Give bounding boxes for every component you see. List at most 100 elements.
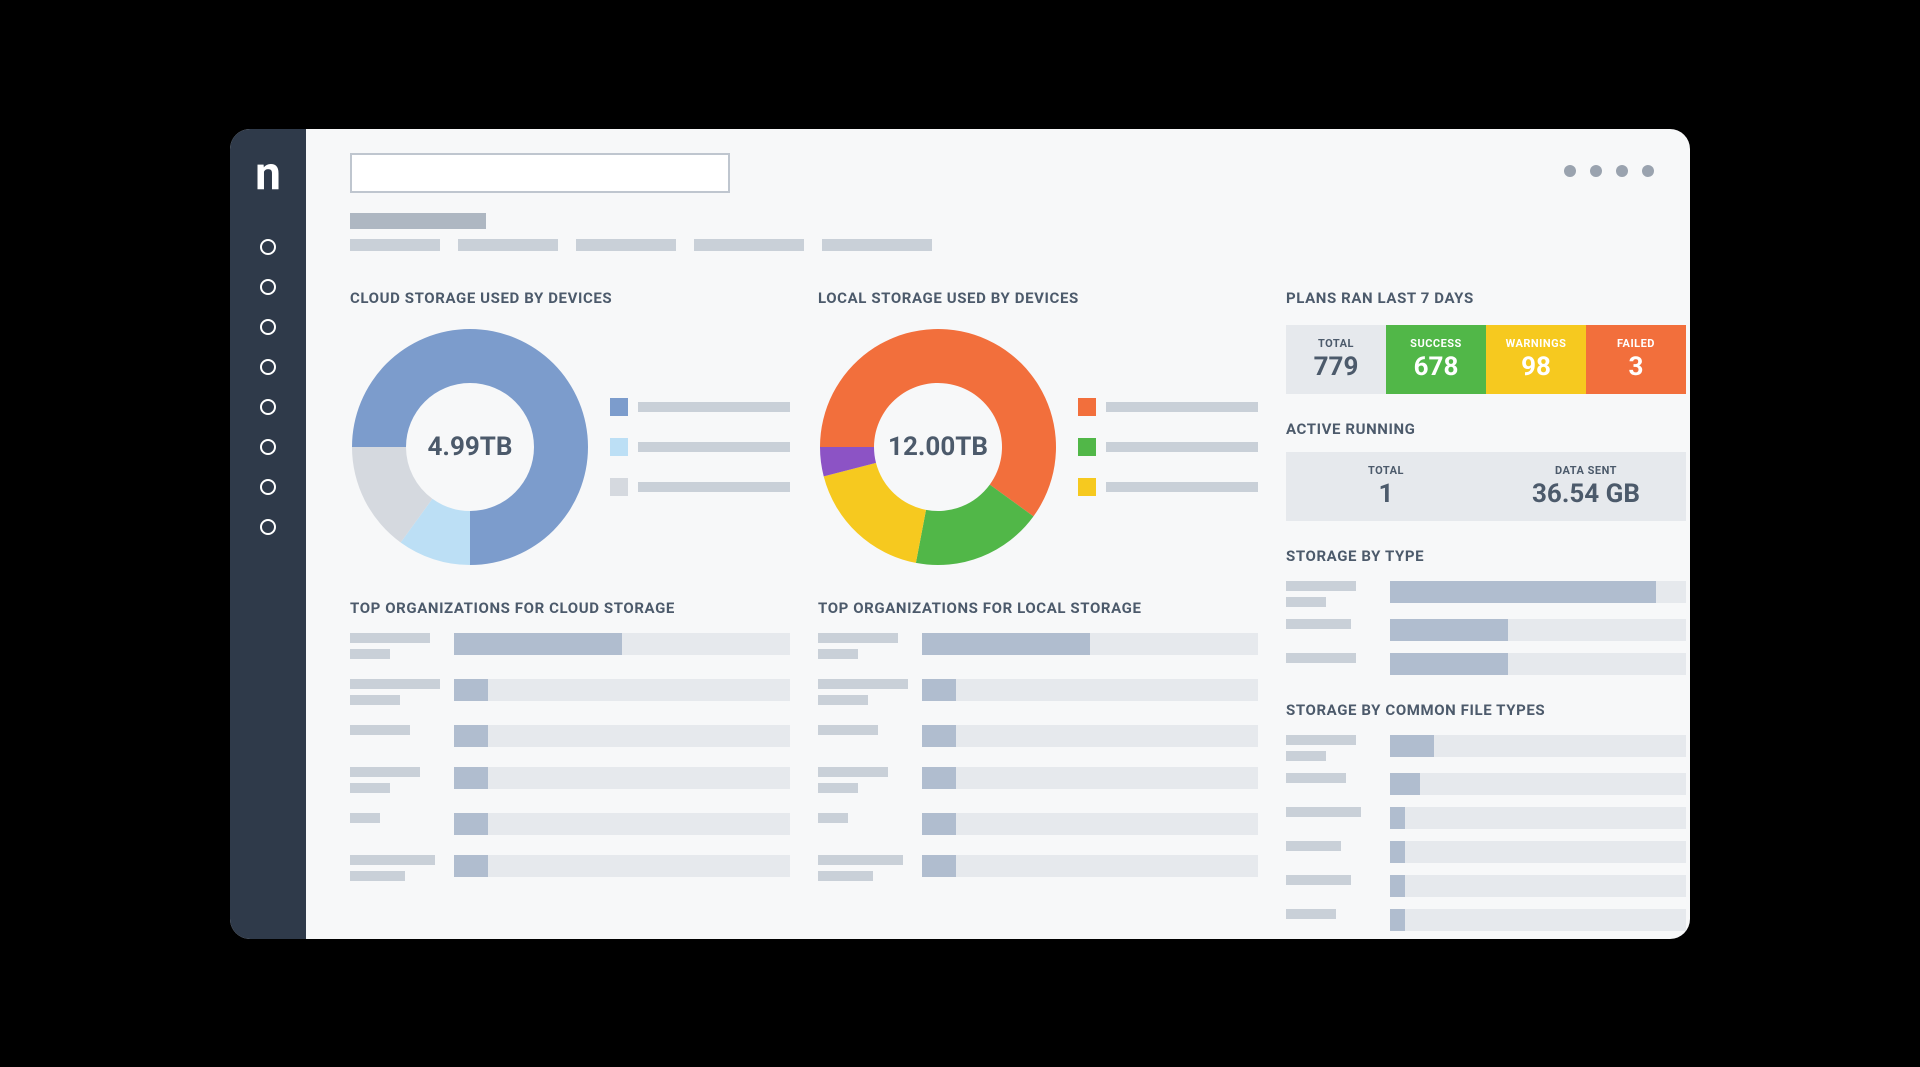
list-item bbox=[1286, 807, 1686, 829]
bar-track bbox=[454, 679, 790, 701]
local-legend-item-2 bbox=[1078, 438, 1258, 456]
tab-5[interactable] bbox=[822, 239, 932, 251]
list-item bbox=[1286, 875, 1686, 897]
swatch-icon bbox=[1078, 478, 1096, 496]
list-item bbox=[818, 855, 1258, 881]
app-window: n CLOUD STORAGE USED BY DEVICE bbox=[230, 129, 1690, 939]
header-action-4[interactable] bbox=[1642, 165, 1654, 177]
nav-item-3[interactable] bbox=[260, 319, 276, 335]
cloud-legend-item-3 bbox=[610, 478, 790, 496]
header-actions bbox=[1564, 165, 1654, 177]
swatch-icon bbox=[610, 438, 628, 456]
nav-item-8[interactable] bbox=[260, 519, 276, 535]
tab-bar bbox=[350, 239, 1662, 251]
bar-track bbox=[454, 855, 790, 877]
cloud-legend-item-1 bbox=[610, 398, 790, 416]
heading-active: ACTIVE RUNNING bbox=[1286, 420, 1686, 438]
top-org-cloud-list bbox=[350, 633, 790, 881]
list-item bbox=[1286, 909, 1686, 931]
top-org-local-list bbox=[818, 633, 1258, 881]
bar-track bbox=[922, 855, 1258, 877]
tab-1[interactable] bbox=[350, 239, 440, 251]
nav-item-5[interactable] bbox=[260, 399, 276, 415]
bar-track bbox=[454, 813, 790, 835]
list-item bbox=[350, 813, 790, 835]
list-item bbox=[818, 633, 1258, 659]
plans-warnings[interactable]: WARNINGS 98 bbox=[1486, 325, 1586, 394]
bar-track bbox=[922, 725, 1258, 747]
bar-track bbox=[454, 767, 790, 789]
cloud-donut-chart: 4.99TB bbox=[350, 327, 590, 567]
local-legend-item-3 bbox=[1078, 478, 1258, 496]
list-item bbox=[1286, 773, 1686, 795]
list-item bbox=[350, 633, 790, 659]
swatch-icon bbox=[1078, 398, 1096, 416]
nav-item-6[interactable] bbox=[260, 439, 276, 455]
heading-top-org-local: TOP ORGANIZATIONS FOR LOCAL STORAGE bbox=[818, 599, 1258, 617]
search-input[interactable] bbox=[350, 153, 730, 193]
main-content: CLOUD STORAGE USED BY DEVICES 4.99TB TOP… bbox=[306, 129, 1690, 939]
storage-type-list bbox=[1286, 581, 1686, 675]
swatch-icon bbox=[1078, 438, 1096, 456]
local-donut-chart: 12.00TB bbox=[818, 327, 1058, 567]
cloud-legend bbox=[610, 398, 790, 496]
column-stats: PLANS RAN LAST 7 DAYS TOTAL 779 SUCCESS … bbox=[1286, 289, 1686, 931]
header-action-3[interactable] bbox=[1616, 165, 1628, 177]
heading-cloud-storage: CLOUD STORAGE USED BY DEVICES bbox=[350, 289, 790, 307]
page-title bbox=[350, 213, 486, 229]
bar-track bbox=[1390, 807, 1686, 829]
nav-item-7[interactable] bbox=[260, 479, 276, 495]
cloud-legend-item-2 bbox=[610, 438, 790, 456]
heading-storage-filetype: STORAGE BY COMMON FILE TYPES bbox=[1286, 701, 1686, 719]
heading-storage-type: STORAGE BY TYPE bbox=[1286, 547, 1686, 565]
active-sent[interactable]: DATA SENT 36.54 GB bbox=[1486, 452, 1686, 521]
list-item bbox=[1286, 619, 1686, 641]
column-local: LOCAL STORAGE USED BY DEVICES 12.00TB TO… bbox=[818, 289, 1258, 931]
bar-track bbox=[1390, 735, 1686, 757]
heading-local-storage: LOCAL STORAGE USED BY DEVICES bbox=[818, 289, 1258, 307]
brand-logo: n bbox=[255, 151, 281, 197]
plans-success[interactable]: SUCCESS 678 bbox=[1386, 325, 1486, 394]
list-item bbox=[350, 767, 790, 793]
column-cloud: CLOUD STORAGE USED BY DEVICES 4.99TB TOP… bbox=[350, 289, 790, 931]
plans-total[interactable]: TOTAL 779 bbox=[1286, 325, 1386, 394]
local-legend-item-1 bbox=[1078, 398, 1258, 416]
local-legend bbox=[1078, 398, 1258, 496]
header-action-2[interactable] bbox=[1590, 165, 1602, 177]
bar-track bbox=[1390, 773, 1686, 795]
list-item bbox=[1286, 581, 1686, 607]
bar-track bbox=[922, 633, 1258, 655]
bar-track bbox=[1390, 653, 1686, 675]
tab-2[interactable] bbox=[458, 239, 558, 251]
bar-track bbox=[1390, 841, 1686, 863]
bar-track bbox=[1390, 875, 1686, 897]
nav-item-1[interactable] bbox=[260, 239, 276, 255]
list-item bbox=[1286, 841, 1686, 863]
tab-3[interactable] bbox=[576, 239, 676, 251]
storage-filetype-list bbox=[1286, 735, 1686, 931]
plans-stat-strip: TOTAL 779 SUCCESS 678 WARNINGS 98 FAILED… bbox=[1286, 325, 1686, 394]
nav-item-2[interactable] bbox=[260, 279, 276, 295]
sidebar: n bbox=[230, 129, 306, 939]
bar-track bbox=[1390, 909, 1686, 931]
nav-item-4[interactable] bbox=[260, 359, 276, 375]
list-item bbox=[350, 855, 790, 881]
plans-failed[interactable]: FAILED 3 bbox=[1586, 325, 1686, 394]
bar-track bbox=[922, 813, 1258, 835]
heading-top-org-cloud: TOP ORGANIZATIONS FOR CLOUD STORAGE bbox=[350, 599, 790, 617]
list-item bbox=[1286, 653, 1686, 675]
list-item bbox=[818, 725, 1258, 747]
swatch-icon bbox=[610, 398, 628, 416]
list-item bbox=[818, 767, 1258, 793]
list-item bbox=[350, 725, 790, 747]
list-item bbox=[350, 679, 790, 705]
active-total[interactable]: TOTAL 1 bbox=[1286, 452, 1486, 521]
heading-plans: PLANS RAN LAST 7 DAYS bbox=[1286, 289, 1686, 307]
cloud-donut-value: 4.99TB bbox=[350, 327, 590, 567]
header-action-1[interactable] bbox=[1564, 165, 1576, 177]
list-item bbox=[818, 679, 1258, 705]
bar-track bbox=[454, 725, 790, 747]
bar-track bbox=[922, 767, 1258, 789]
bar-track bbox=[1390, 581, 1686, 603]
tab-4[interactable] bbox=[694, 239, 804, 251]
